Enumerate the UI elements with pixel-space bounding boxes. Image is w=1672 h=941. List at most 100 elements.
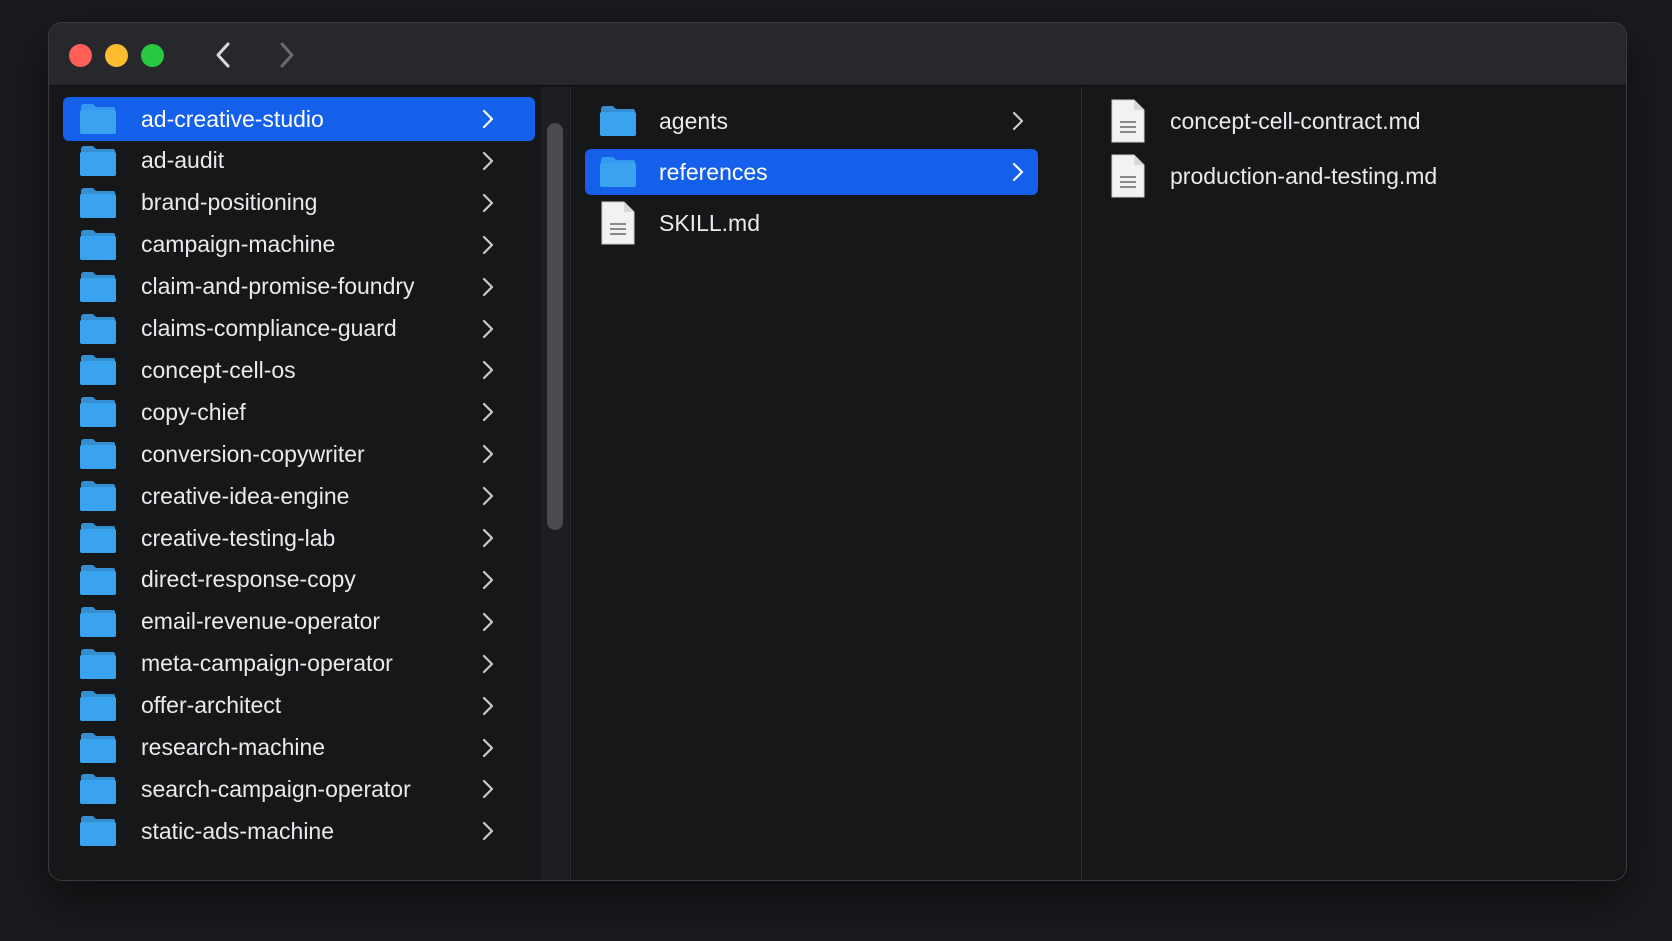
folder-row[interactable]: offer-architect — [63, 684, 535, 728]
folder-row[interactable]: references — [585, 149, 1038, 195]
chevron-right-icon — [481, 820, 495, 842]
folder-row[interactable]: research-machine — [63, 726, 535, 770]
chevron-right-icon — [482, 403, 494, 422]
chevron-right-icon — [482, 361, 494, 380]
chevron-right-icon — [481, 778, 495, 800]
folder-icon — [80, 816, 116, 847]
close-window-button[interactable] — [69, 44, 92, 67]
folder-icon — [79, 270, 117, 304]
chevron-right-icon — [481, 359, 495, 381]
folder-icon — [79, 437, 117, 471]
folder-icon — [80, 732, 116, 763]
folder-icon — [80, 397, 116, 428]
folder-row[interactable]: brand-positioning — [63, 181, 535, 225]
chevron-right-icon — [481, 108, 495, 130]
column-ad-creative-studio: agents references SKILL.md — [570, 87, 1081, 880]
chevron-right-icon — [481, 234, 495, 256]
chevron-right-icon — [482, 445, 494, 464]
folder-icon — [599, 150, 637, 194]
folder-row[interactable]: concept-cell-os — [63, 348, 535, 392]
folder-icon — [600, 157, 636, 187]
chevron-right-icon — [482, 109, 494, 129]
chevron-right-icon — [482, 235, 494, 254]
folder-icon — [80, 313, 116, 344]
chevron-right-icon — [481, 401, 495, 423]
chevron-right-icon — [482, 193, 494, 212]
chevron-right-icon — [481, 611, 495, 633]
item-label: search-campaign-operator — [141, 775, 411, 802]
folder-icon — [80, 104, 116, 134]
folder-icon — [79, 102, 117, 136]
folder-row[interactable]: claims-compliance-guard — [63, 307, 535, 351]
chevron-right-icon — [481, 485, 495, 507]
document-icon — [1111, 154, 1145, 198]
forward-button[interactable] — [273, 40, 301, 70]
item-label: direct-response-copy — [141, 566, 356, 593]
item-label: claims-compliance-guard — [141, 315, 397, 341]
item-label: ad-audit — [141, 147, 225, 174]
folder-row[interactable]: conversion-copywriter — [63, 432, 535, 476]
folder-icon — [80, 564, 116, 595]
folder-icon — [79, 228, 117, 262]
document-icon — [601, 201, 635, 245]
minimize-window-button[interactable] — [105, 44, 128, 67]
folder-icon — [79, 814, 117, 848]
folder-icon — [79, 731, 117, 765]
scrollbar-thumb[interactable] — [547, 123, 563, 530]
folder-row[interactable]: meta-campaign-operator — [63, 642, 535, 686]
item-label: concept-cell-contract.md — [1170, 107, 1421, 134]
folder-row[interactable]: email-revenue-operator — [63, 600, 535, 644]
chevron-right-icon — [280, 42, 294, 68]
folder-icon — [79, 144, 117, 178]
folder-icon — [79, 521, 117, 555]
folder-icon — [80, 606, 116, 637]
chevron-right-icon — [1011, 161, 1025, 183]
file-row[interactable]: production-and-testing.md — [1108, 151, 1608, 201]
file-row[interactable]: SKILL.md — [585, 200, 1038, 246]
item-label: research-machine — [141, 734, 326, 760]
folder-row[interactable]: static-ads-machine — [63, 809, 535, 853]
zoom-window-button[interactable] — [141, 44, 164, 67]
folder-row[interactable]: copy-chief — [63, 390, 535, 434]
folder-icon — [79, 605, 117, 639]
chevron-left-icon — [216, 42, 230, 68]
folder-row[interactable]: creative-idea-engine — [63, 474, 535, 518]
folder-row[interactable]: ad-creative-studio — [63, 97, 535, 141]
document-icon — [1108, 97, 1148, 145]
folder-row[interactable]: agents — [585, 98, 1038, 144]
folder-icon — [80, 690, 116, 721]
chevron-right-icon — [481, 150, 495, 172]
chevron-right-icon — [482, 570, 494, 589]
folder-icon — [79, 186, 117, 220]
folder-icon — [79, 312, 117, 346]
document-icon — [1111, 99, 1145, 143]
chevron-right-icon — [482, 654, 494, 673]
item-label: brand-positioning — [141, 189, 318, 216]
chevron-right-icon — [482, 696, 494, 715]
folder-row[interactable]: direct-response-copy — [63, 558, 535, 602]
item-label: meta-campaign-operator — [141, 650, 393, 677]
folder-row[interactable]: campaign-machine — [63, 223, 535, 267]
folder-icon — [80, 145, 116, 176]
item-label: copy-chief — [141, 398, 246, 425]
item-label: creative-idea-engine — [141, 482, 350, 509]
item-label: email-revenue-operator — [141, 608, 381, 635]
finder-window: ad-creative-studio ad-audit brand-position… — [48, 22, 1627, 881]
file-row[interactable]: concept-cell-contract.md — [1108, 96, 1608, 146]
chevron-right-icon — [482, 486, 494, 506]
folder-icon — [80, 439, 116, 470]
column-skills: ad-creative-studio ad-audit brand-position… — [49, 87, 575, 880]
chevron-right-icon — [482, 612, 494, 631]
document-icon — [1108, 152, 1148, 200]
back-button[interactable] — [209, 40, 237, 70]
folder-row[interactable]: creative-testing-lab — [63, 516, 535, 560]
chevron-right-icon — [481, 695, 495, 717]
folder-icon — [80, 481, 116, 512]
chevron-right-icon — [1012, 111, 1024, 131]
chevron-right-icon — [482, 528, 494, 548]
chevron-right-icon — [481, 653, 495, 675]
folder-row[interactable]: search-campaign-operator — [63, 767, 535, 811]
folder-row[interactable]: ad-audit — [63, 139, 535, 183]
folder-icon — [80, 187, 116, 218]
folder-row[interactable]: claim-and-promise-foundry — [63, 265, 535, 309]
